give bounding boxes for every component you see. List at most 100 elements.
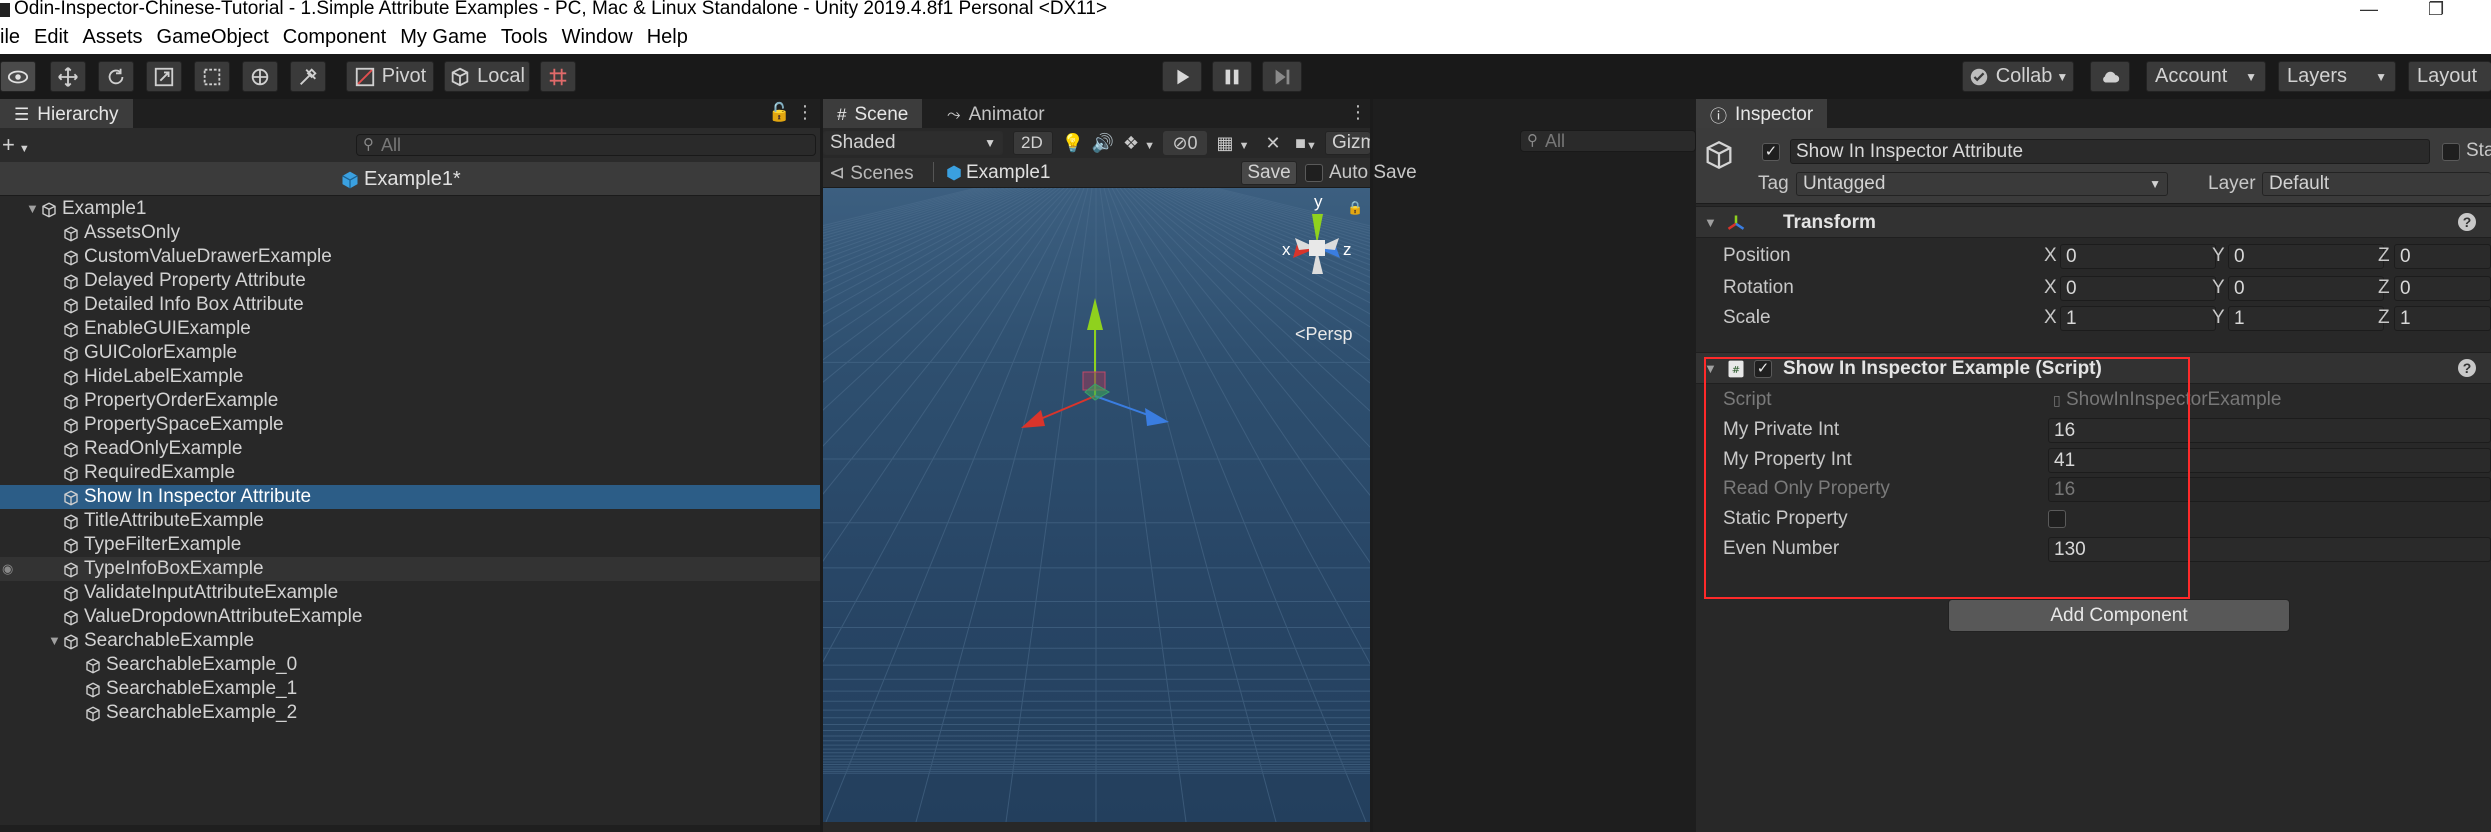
axis-x-label[interactable]: X [2044,241,2057,271]
foldout-arrow-icon[interactable]: ▼ [26,197,39,221]
axis-y-label[interactable]: Y [2212,303,2225,333]
panel-splitter[interactable] [820,99,823,832]
hierarchy-search-input[interactable]: ⚲ All [356,134,816,156]
cloud-button[interactable] [2090,61,2130,92]
layout-dropdown[interactable]: Layout [2408,61,2491,92]
gizmos-dropdown[interactable]: Gizmos [1325,131,1370,155]
menu-assets[interactable]: Assets [82,26,142,49]
collab-dropdown[interactable]: Collab ▼ [1962,61,2074,92]
hierarchy-item[interactable]: Delayed Property Attribute [0,269,820,293]
rotate-tool-button[interactable] [98,61,134,92]
z-axis-cone[interactable] [1145,408,1169,426]
transform-rotation-y-input[interactable]: 0 [2228,276,2384,301]
hierarchy-item[interactable]: Detailed Info Box Attribute [0,293,820,317]
hierarchy-item[interactable]: SearchableExample_2 [0,701,820,725]
foldout-arrow-icon[interactable]: ▼ [1704,207,1717,239]
menu-help[interactable]: Help [647,26,688,49]
local-toggle[interactable]: Local [444,61,530,92]
menu-tools[interactable]: Tools [501,26,548,49]
hierarchy-item[interactable]: PropertySpaceExample [0,413,820,437]
axis-y-label[interactable]: Y [2212,273,2225,303]
menu-gameobject[interactable]: GameObject [157,26,269,49]
lock-icon[interactable]: 🔓 [768,102,790,123]
object-name-input[interactable]: Show In Inspector Attribute [1790,139,2430,164]
tab-animator[interactable]: ⤳ Animator [933,99,1059,128]
hierarchy-item[interactable]: ▼ SearchableExample [0,629,820,653]
menu-window[interactable]: Window [562,26,633,49]
hierarchy-item[interactable]: PropertyOrderExample [0,389,820,413]
rect-tool-button[interactable] [194,61,230,92]
shading-mode-dropdown[interactable]: Shaded ▼ [823,131,1003,155]
tab-scene[interactable]: # Scene [823,99,923,128]
scene-tools-icon[interactable]: ✕ [1259,131,1287,155]
x-axis-handle[interactable] [1037,395,1096,421]
static-checkbox[interactable] [2442,143,2460,161]
x-axis-cone[interactable] [1021,410,1045,428]
play-button[interactable] [1162,61,1202,92]
custom-tool-button[interactable] [290,61,326,92]
transform-scale-y-input[interactable]: 1 [2228,306,2384,331]
audio-toggle-icon[interactable]: 🔊 [1089,131,1117,155]
transform-position-y-input[interactable]: 0 [2228,244,2384,269]
projection-toggle[interactable]: <Persp [1295,324,1353,345]
layer-dropdown[interactable]: Default [2262,172,2491,196]
hierarchy-item[interactable]: TypeInfoBoxExample ◉ [0,557,820,581]
camera-dropdown-icon[interactable]: ■▼ [1287,131,1325,155]
tab-hierarchy[interactable]: ☰ Hierarchy [0,99,133,128]
auto-save-checkbox[interactable] [1305,164,1323,182]
axis-x-label[interactable]: X [2044,273,2057,303]
tag-dropdown[interactable]: Untagged ▼ [1796,172,2168,196]
menu-file[interactable]: ile [0,26,20,49]
step-button[interactable] [1262,61,1302,92]
transform-header[interactable]: ▼ Transform ? [1696,206,2491,238]
restore-button[interactable]: ❐ [2428,0,2444,18]
axis-z-label[interactable]: Z [2378,273,2390,303]
hierarchy-item[interactable]: TypeFilterExample [0,533,820,557]
scene-search-input[interactable]: ⚲ All [1520,130,1696,152]
hierarchy-item[interactable]: SearchableExample_1 [0,677,820,701]
effects-dropdown-icon[interactable]: ❖ ▼ [1119,131,1159,155]
hierarchy-item[interactable]: GUIColorExample [0,341,820,365]
move-tool-button[interactable] [50,61,86,92]
axis-y-label[interactable]: Y [2212,241,2225,271]
minimize-button[interactable]: — [2360,0,2378,18]
axis-z-label[interactable]: Z [2378,241,2390,271]
2d-toggle[interactable]: 2D [1013,131,1053,155]
grid-snap-button[interactable] [540,61,576,92]
tab-inspector[interactable]: ⓘ Inspector [1696,99,1828,128]
transform-rotation-z-input[interactable]: 0 [2394,276,2491,301]
panel-splitter[interactable] [1370,99,1373,832]
transform-position-z-input[interactable]: 0 [2394,244,2491,269]
hierarchy-item[interactable]: Show In Inspector Attribute [0,485,820,509]
z-axis-handle[interactable] [1094,395,1152,417]
hierarchy-item[interactable]: AssetsOnly [0,221,820,245]
add-component-button[interactable]: Add Component [1948,599,2290,632]
hierarchy-item[interactable]: ValueDropdownAttributeExample [0,605,820,629]
pause-button[interactable] [1212,61,1252,92]
pivot-toggle[interactable]: Pivot [346,61,434,92]
grid-dropdown-icon[interactable]: ▦ ▼ [1211,131,1255,155]
y-axis-cone[interactable] [1087,298,1103,330]
gizmo-lock-icon[interactable]: 🔒 [1347,200,1363,216]
kebab-menu-icon[interactable]: ⋮ [796,102,814,123]
hierarchy-item[interactable]: SearchableExample_0 [0,653,820,677]
hierarchy-scene-header[interactable]: Example1* [0,162,820,196]
breadcrumb-scenes[interactable]: ⊲ Scenes [829,162,914,185]
transform-tool-button[interactable] [242,61,278,92]
view-tool-button[interactable] [0,61,36,92]
hierarchy-item[interactable]: ValidateInputAttributeExample [0,581,820,605]
hierarchy-item[interactable]: RequiredExample [0,461,820,485]
transform-scale-x-input[interactable]: 1 [2060,306,2216,331]
transform-scale-z-input[interactable]: 1 [2394,306,2491,331]
account-dropdown[interactable]: Account ▼ [2146,61,2266,92]
help-icon[interactable]: ? [2458,359,2476,377]
help-icon[interactable]: ? [2458,213,2476,231]
lighting-toggle-icon[interactable]: 💡 [1059,131,1087,155]
transform-rotation-x-input[interactable]: 0 [2060,276,2216,301]
layers-dropdown[interactable]: Layers ▼ [2278,61,2396,92]
hierarchy-item[interactable]: TitleAttributeExample [0,509,820,533]
visibility-toggle-icon[interactable]: ◉ [2,557,13,581]
scale-tool-button[interactable] [146,61,182,92]
active-checkbox[interactable]: ✓ [1762,143,1780,161]
hierarchy-item[interactable]: ReadOnlyExample [0,437,820,461]
